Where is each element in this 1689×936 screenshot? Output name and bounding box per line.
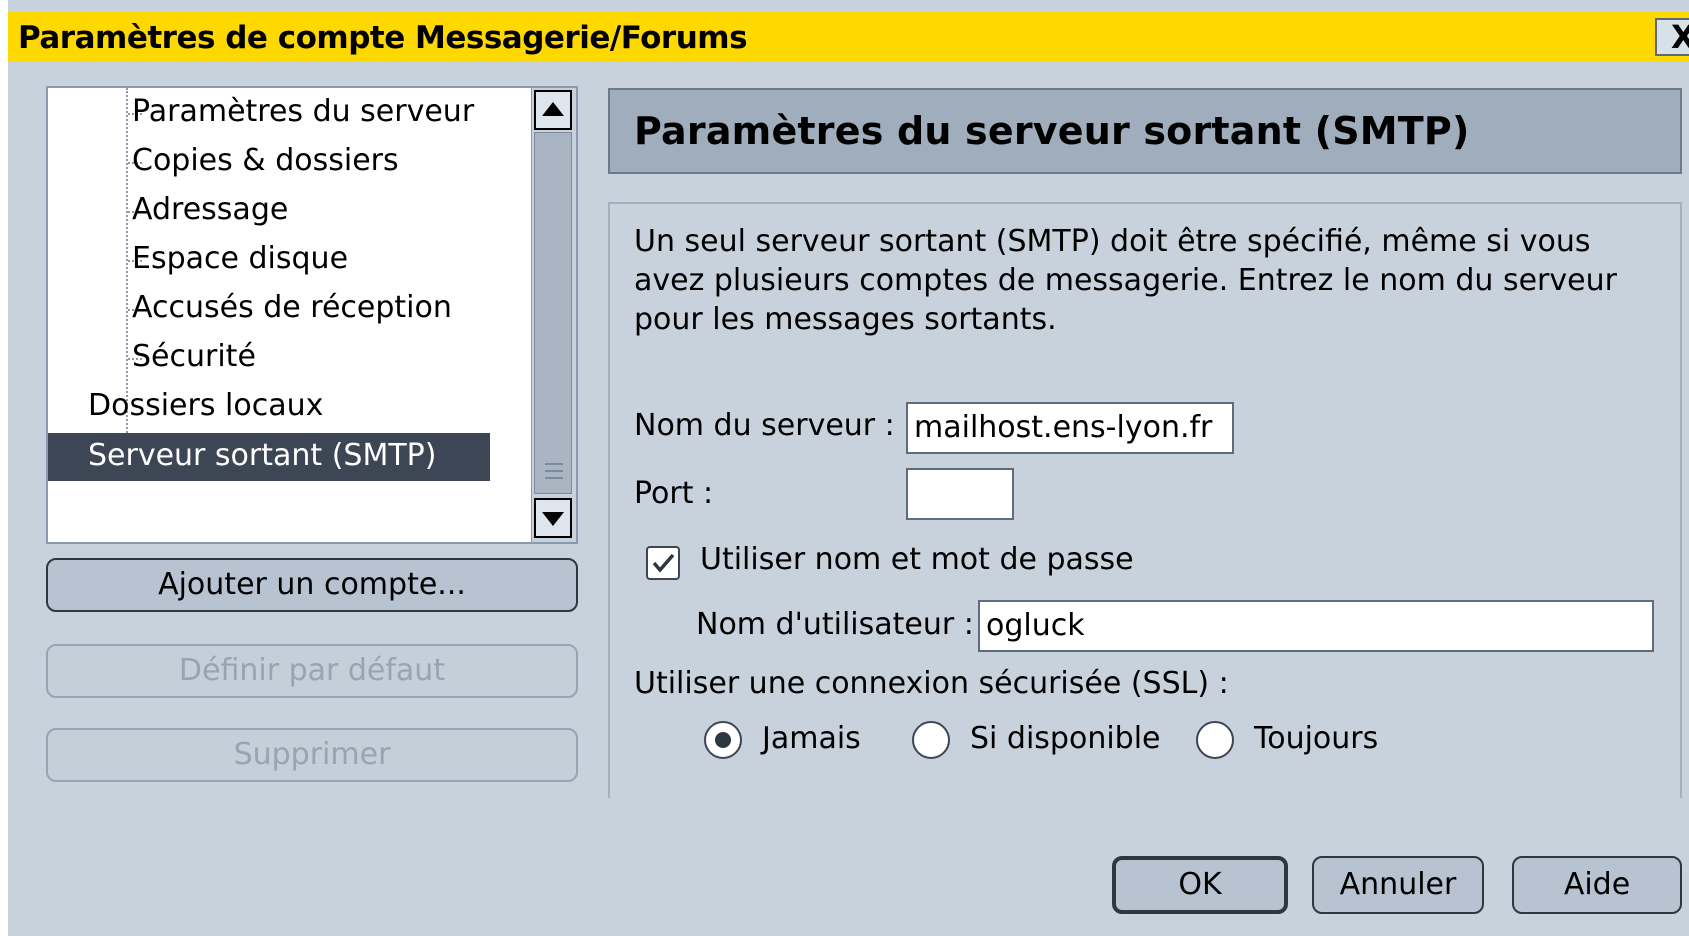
ssl-label: Utiliser une connexion sécurisée (SSL) : (634, 666, 1229, 701)
arrow-down-icon (542, 512, 564, 526)
tree-item-outgoing-server[interactable]: Serveur sortant (SMTP) (48, 433, 490, 481)
ok-button[interactable]: OK (1112, 856, 1288, 914)
ssl-if-available-radio[interactable] (912, 721, 950, 759)
tree-item-security[interactable]: Sécurité (132, 337, 256, 377)
check-icon (652, 553, 675, 573)
tree-item-copies-folders[interactable]: Copies & dossiers (132, 141, 399, 181)
radio-selected-dot (715, 732, 731, 748)
scroll-down-button[interactable] (534, 498, 572, 538)
window-title: Paramètres de compte Messagerie/Forums (18, 20, 748, 56)
set-default-button[interactable]: Définir par défaut (46, 644, 578, 698)
tree-item-server-settings[interactable]: Paramètres du serveur (132, 92, 474, 132)
ssl-always-label[interactable]: Toujours (1254, 719, 1378, 759)
port-label: Port : (634, 476, 714, 511)
tree-item-local-folders[interactable]: Dossiers locaux (88, 386, 323, 426)
tree-item-disk-space[interactable]: Espace disque (132, 239, 348, 279)
arrow-up-icon (542, 102, 564, 116)
ssl-never-radio[interactable] (704, 721, 742, 759)
server-name-label: Nom du serveur : (634, 408, 895, 443)
use-auth-checkbox[interactable] (646, 546, 680, 580)
account-tree: Paramètres du serveur Copies & dossiers … (46, 86, 578, 544)
tree-scrollbar[interactable] (531, 88, 576, 542)
username-label: Nom d'utilisateur : (696, 607, 974, 642)
tree-item-return-receipts[interactable]: Accusés de réception (132, 288, 452, 328)
close-icon: X (1671, 18, 1689, 56)
username-field[interactable]: ogluck (978, 600, 1654, 652)
ssl-always-radio[interactable] (1196, 721, 1234, 759)
server-name-field[interactable]: mailhost.ens-lyon.fr (906, 402, 1234, 454)
scroll-up-button[interactable] (534, 90, 572, 130)
panel-header: Paramètres du serveur sortant (SMTP) (608, 88, 1682, 174)
scroll-thumb[interactable] (534, 132, 572, 494)
use-auth-label[interactable]: Utiliser nom et mot de passe (700, 540, 1134, 580)
delete-account-button[interactable]: Supprimer (46, 728, 578, 782)
ssl-if-available-label[interactable]: Si disponible (970, 719, 1161, 759)
ssl-never-label[interactable]: Jamais (762, 719, 861, 759)
add-account-button[interactable]: Ajouter un compte... (46, 558, 578, 612)
close-button[interactable]: X (1655, 18, 1689, 56)
account-settings-window: Paramètres de compte Messagerie/Forums X… (0, 0, 1689, 936)
title-bar: Paramètres de compte Messagerie/Forums X (8, 12, 1689, 62)
tree-item-addressing[interactable]: Adressage (132, 190, 288, 230)
help-button[interactable]: Aide (1512, 856, 1682, 914)
port-field[interactable] (906, 468, 1014, 520)
panel-description: Un seul serveur sortant (SMTP) doit être… (634, 224, 1617, 337)
panel-title: Paramètres du serveur sortant (SMTP) (634, 109, 1470, 153)
cancel-button[interactable]: Annuler (1312, 856, 1484, 914)
